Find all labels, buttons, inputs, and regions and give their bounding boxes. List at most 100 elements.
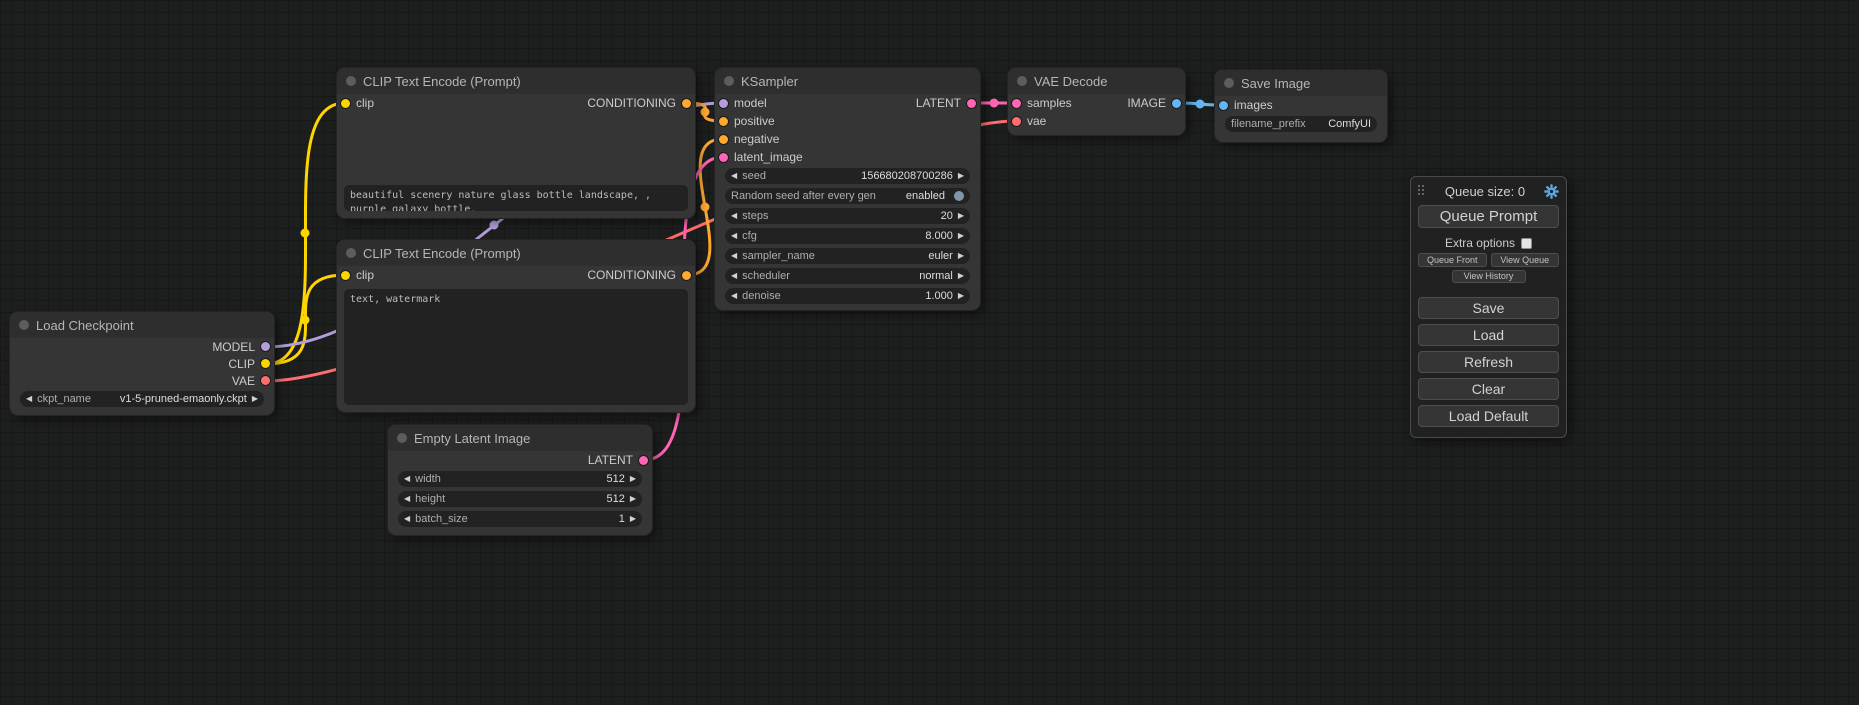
widget-ckpt-name[interactable]: ◀ ckpt_name v1-5-pruned-emaonly.ckpt ▶ [20, 391, 264, 407]
output-dot-clip[interactable] [261, 359, 270, 368]
decrement-icon[interactable]: ◀ [404, 495, 410, 503]
refresh-button[interactable]: Refresh [1418, 351, 1559, 373]
node-title-bar[interactable]: CLIP Text Encode (Prompt) [337, 68, 695, 94]
node-save-image[interactable]: Save Image images filename_prefix ComfyU… [1215, 70, 1387, 142]
input-dot-clip[interactable] [341, 271, 350, 280]
widget-width[interactable]: ◀ width 512 ▶ [398, 471, 642, 487]
decrement-icon[interactable]: ◀ [404, 515, 410, 523]
input-dot-images[interactable] [1219, 101, 1228, 110]
node-empty-latent-image[interactable]: Empty Latent Image LATENT ◀ width 512 ▶ … [388, 425, 652, 535]
queue-prompt-button[interactable]: Queue Prompt [1418, 205, 1559, 228]
load-button[interactable]: Load [1418, 324, 1559, 346]
input-slot-images[interactable]: images [1215, 96, 1387, 114]
output-slot-vae[interactable]: VAE [10, 372, 274, 389]
output-dot-conditioning[interactable] [682, 99, 691, 108]
link-midpoint-dot [1196, 100, 1205, 109]
collapse-dot-icon[interactable] [397, 433, 407, 443]
queue-front-button[interactable]: Queue Front [1418, 253, 1487, 267]
widget-filename-prefix[interactable]: filename_prefix ComfyUI [1225, 116, 1377, 132]
decrement-icon[interactable]: ◀ [731, 232, 737, 240]
increment-icon[interactable]: ▶ [958, 212, 964, 220]
output-slot-latent[interactable]: LATENT [388, 451, 652, 469]
increment-icon[interactable]: ▶ [958, 272, 964, 280]
node-vae-decode[interactable]: VAE Decode samples IMAGE vae [1008, 68, 1185, 135]
output-dot-conditioning[interactable] [682, 271, 691, 280]
increment-icon[interactable]: ▶ [958, 232, 964, 240]
input-dot-vae[interactable] [1012, 117, 1021, 126]
input-dot-clip[interactable] [341, 99, 350, 108]
node-ksampler[interactable]: KSampler model LATENT positive negative … [715, 68, 980, 310]
decrement-icon[interactable]: ◀ [731, 252, 737, 260]
output-dot-image[interactable] [1172, 99, 1181, 108]
save-button[interactable]: Save [1418, 297, 1559, 319]
settings-gear-icon[interactable] [1544, 184, 1559, 199]
collapse-dot-icon[interactable] [1017, 76, 1027, 86]
decrement-icon[interactable]: ◀ [731, 212, 737, 220]
decrement-icon[interactable]: ◀ [731, 272, 737, 280]
increment-icon[interactable]: ▶ [958, 252, 964, 260]
output-slot-model[interactable]: MODEL [10, 338, 274, 355]
node-title-bar[interactable]: Empty Latent Image [388, 425, 652, 451]
increment-icon[interactable]: ▶ [252, 395, 258, 403]
input-slot-positive[interactable]: positive [715, 112, 980, 130]
input-dot-negative[interactable] [719, 135, 728, 144]
input-dot-positive[interactable] [719, 117, 728, 126]
output-dot-model[interactable] [261, 342, 270, 351]
node-title-bar[interactable]: KSampler [715, 68, 980, 94]
slot-row: samples IMAGE [1008, 94, 1185, 112]
input-slot-negative[interactable]: negative [715, 130, 980, 148]
node-title: Save Image [1241, 76, 1310, 91]
collapse-dot-icon[interactable] [346, 248, 356, 258]
collapse-dot-icon[interactable] [724, 76, 734, 86]
slot-label: CLIP [228, 357, 255, 371]
node-title-bar[interactable]: Load Checkpoint [10, 312, 274, 338]
node-load-checkpoint[interactable]: Load Checkpoint MODEL CLIP VAE ◀ ckpt_na… [10, 312, 274, 415]
collapse-dot-icon[interactable] [19, 320, 29, 330]
drag-handle-icon[interactable] [1418, 185, 1426, 197]
output-dot-vae[interactable] [261, 376, 270, 385]
widget-seed-mode[interactable]: Random seed after every gen enabled [725, 188, 970, 204]
view-queue-button[interactable]: View Queue [1491, 253, 1560, 267]
prompt-textarea[interactable]: text, watermark [344, 289, 688, 405]
node-title-bar[interactable]: VAE Decode [1008, 68, 1185, 94]
load-default-button[interactable]: Load Default [1418, 405, 1559, 427]
widget-value: 512 [606, 473, 624, 485]
widget-seed[interactable]: ◀ seed 156680208700286 ▶ [725, 168, 970, 184]
collapse-dot-icon[interactable] [1224, 78, 1234, 88]
node-clip-text-encode-positive[interactable]: CLIP Text Encode (Prompt) clip CONDITION… [337, 68, 695, 218]
decrement-icon[interactable]: ◀ [731, 172, 737, 180]
decrement-icon[interactable]: ◀ [731, 292, 737, 300]
decrement-icon[interactable]: ◀ [26, 395, 32, 403]
view-history-button[interactable]: View History [1452, 270, 1526, 283]
extra-options-checkbox[interactable] [1521, 238, 1532, 249]
increment-icon[interactable]: ▶ [958, 172, 964, 180]
widget-sampler-name[interactable]: ◀ sampler_name euler ▶ [725, 248, 970, 264]
prompt-textarea[interactable]: beautiful scenery nature glass bottle la… [344, 185, 688, 211]
node-title-bar[interactable]: Save Image [1215, 70, 1387, 96]
node-clip-text-encode-negative[interactable]: CLIP Text Encode (Prompt) clip CONDITION… [337, 240, 695, 412]
input-dot-latent-image[interactable] [719, 153, 728, 162]
widget-steps[interactable]: ◀ steps 20 ▶ [725, 208, 970, 224]
widget-value: euler [928, 250, 952, 262]
input-slot-vae[interactable]: vae [1008, 112, 1185, 130]
input-slot-latent-image[interactable]: latent_image [715, 148, 980, 166]
input-dot-model[interactable] [719, 99, 728, 108]
widget-height[interactable]: ◀ height 512 ▶ [398, 491, 642, 507]
output-dot-latent[interactable] [967, 99, 976, 108]
widget-scheduler[interactable]: ◀ scheduler normal ▶ [725, 268, 970, 284]
widget-cfg[interactable]: ◀ cfg 8.000 ▶ [725, 228, 970, 244]
increment-icon[interactable]: ▶ [630, 475, 636, 483]
widget-batch-size[interactable]: ◀ batch_size 1 ▶ [398, 511, 642, 527]
widget-denoise[interactable]: ◀ denoise 1.000 ▶ [725, 288, 970, 304]
increment-icon[interactable]: ▶ [958, 292, 964, 300]
input-dot-samples[interactable] [1012, 99, 1021, 108]
toggle-icon[interactable] [954, 191, 964, 201]
collapse-dot-icon[interactable] [346, 76, 356, 86]
increment-icon[interactable]: ▶ [630, 515, 636, 523]
output-dot-latent[interactable] [639, 456, 648, 465]
node-title-bar[interactable]: CLIP Text Encode (Prompt) [337, 240, 695, 266]
output-slot-clip[interactable]: CLIP [10, 355, 274, 372]
decrement-icon[interactable]: ◀ [404, 475, 410, 483]
clear-button[interactable]: Clear [1418, 378, 1559, 400]
increment-icon[interactable]: ▶ [630, 495, 636, 503]
